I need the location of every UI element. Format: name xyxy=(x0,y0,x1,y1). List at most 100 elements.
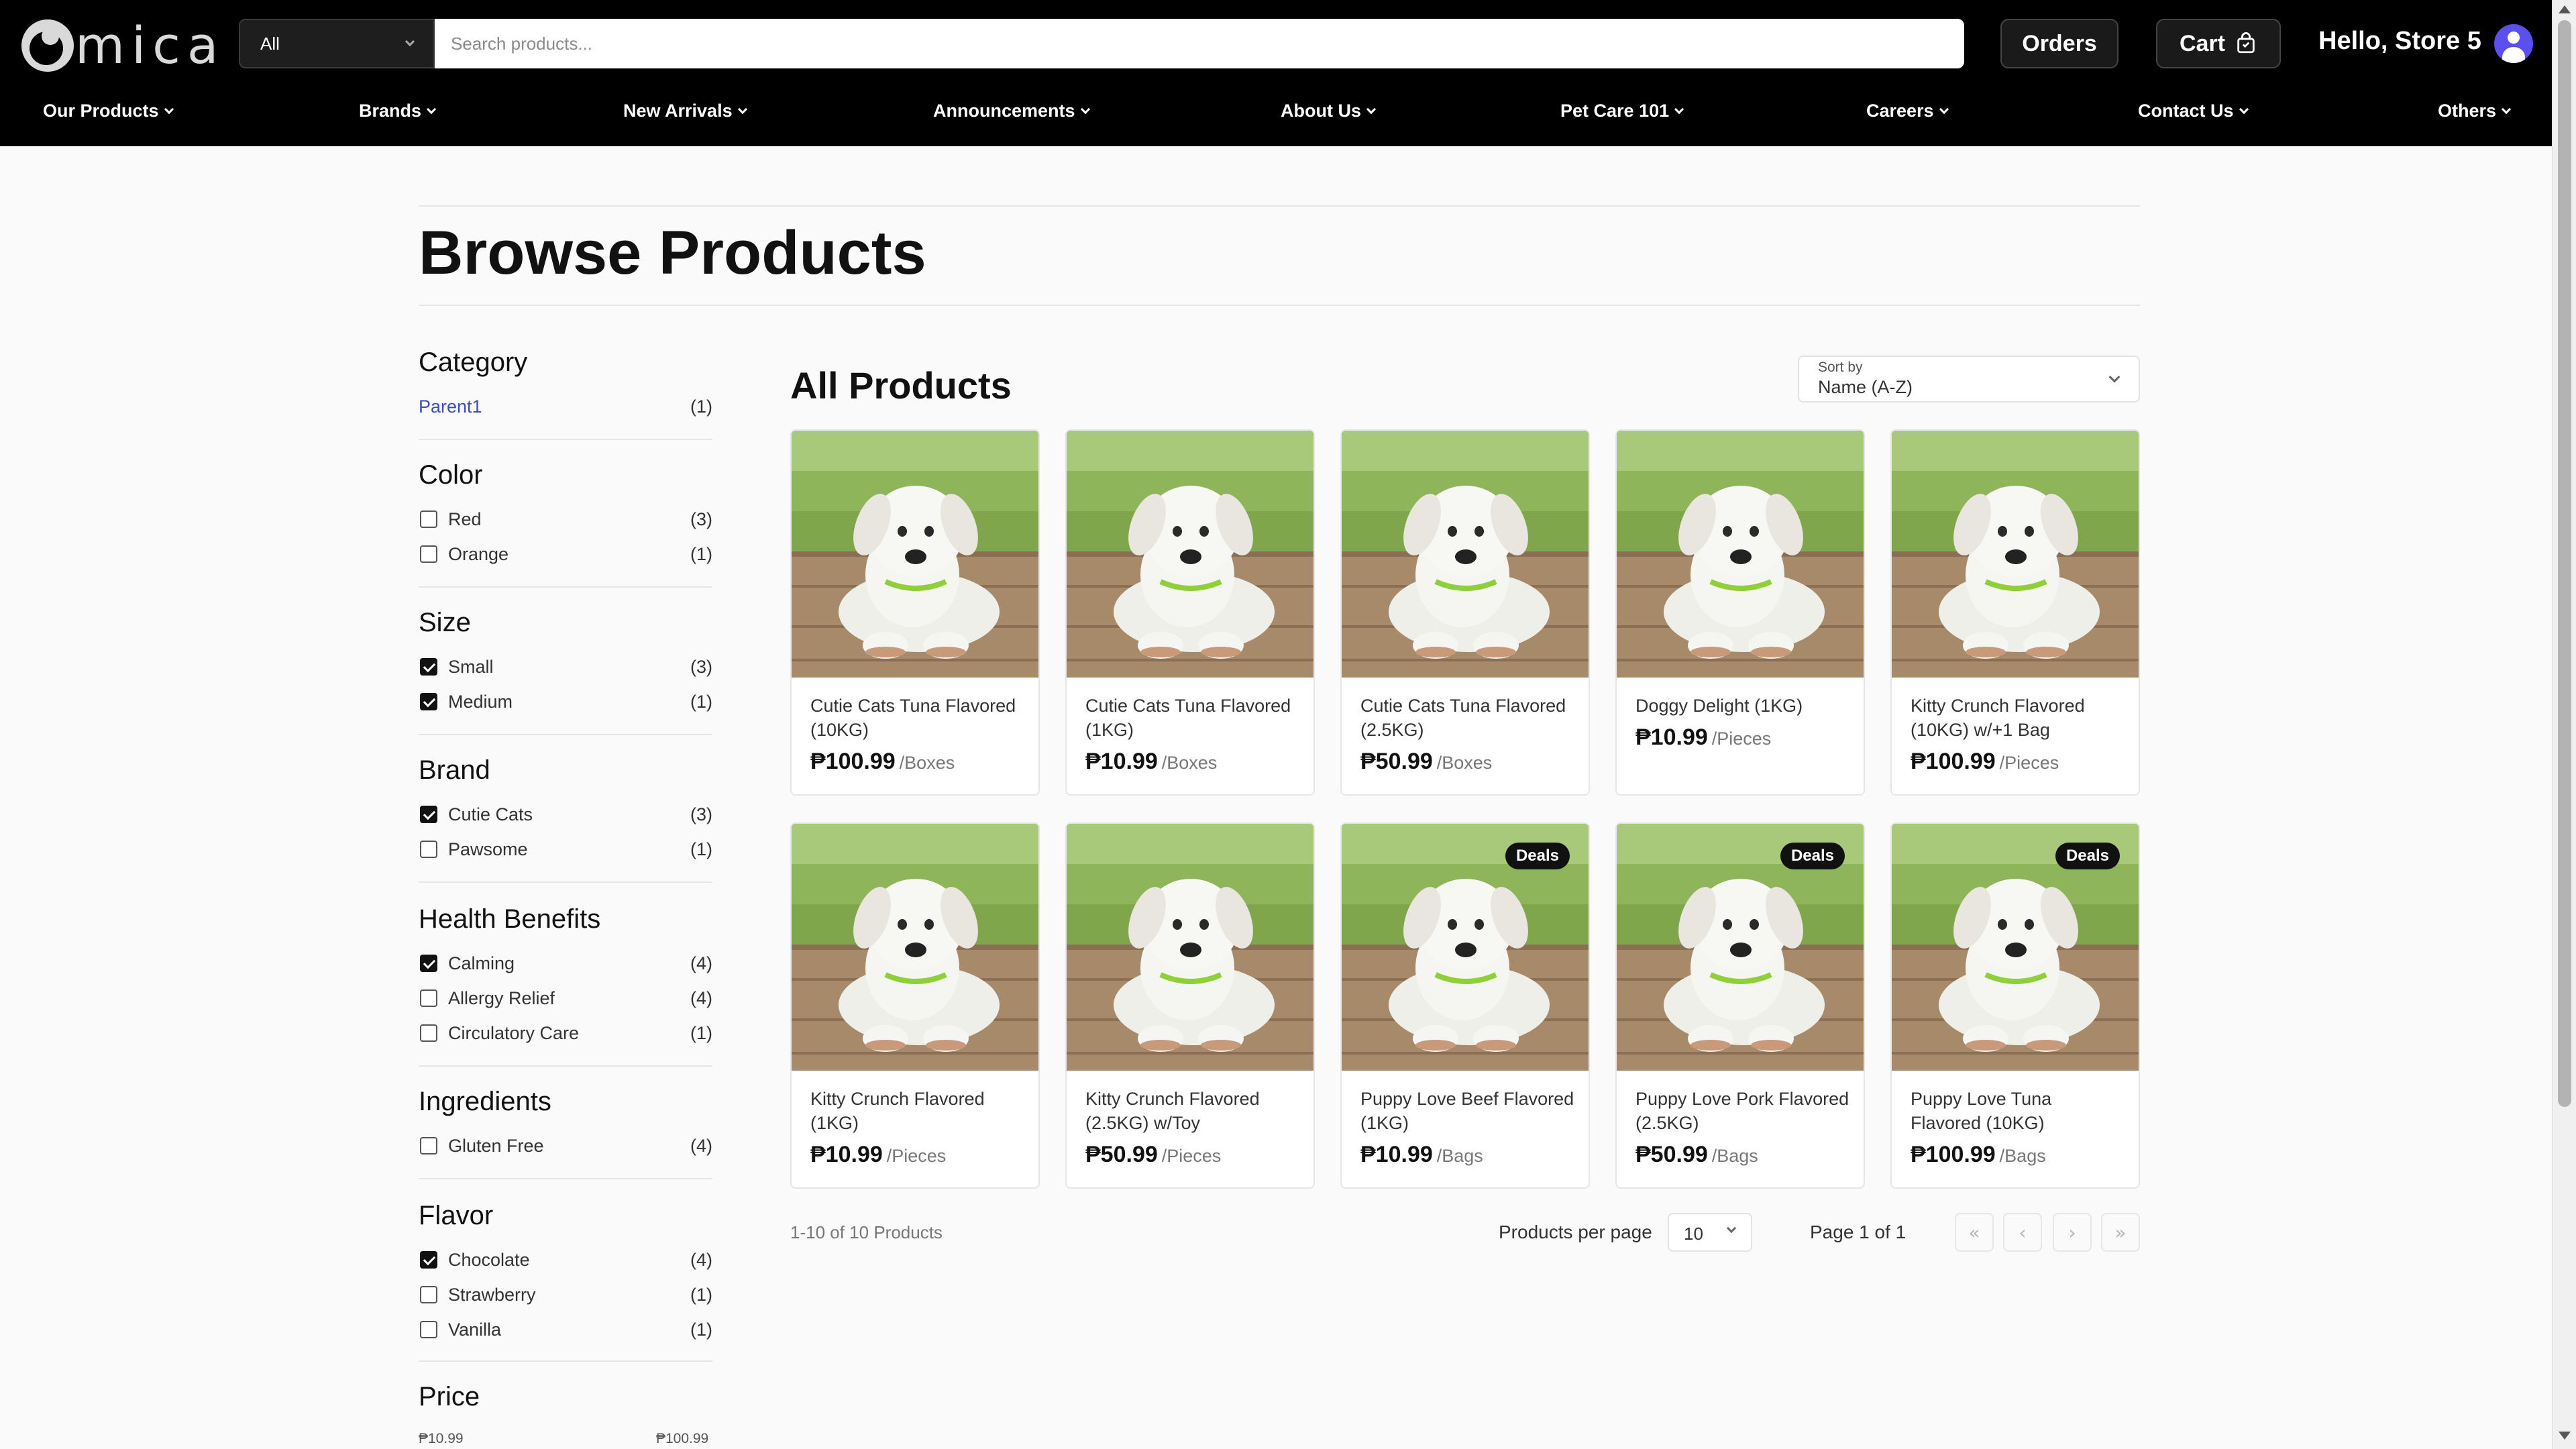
filter-brand-title: Brand xyxy=(419,755,490,785)
price-unit: /Pieces xyxy=(1161,1146,1222,1166)
search-category-select[interactable]: All xyxy=(239,19,435,68)
product-name[interactable]: Kitty Crunch Flavored (1KG) xyxy=(810,1087,1025,1135)
filter-option-medium[interactable]: Medium (1) xyxy=(419,688,712,715)
checkbox[interactable] xyxy=(420,841,437,858)
user-avatar-icon[interactable] xyxy=(2494,24,2533,63)
category-link-parent1[interactable]: Parent1 xyxy=(419,396,482,417)
filter-health-benefits: Health Benefits xyxy=(419,904,712,934)
filter-flavor: Flavor xyxy=(419,1201,712,1231)
filter-option-allergy-relief[interactable]: Allergy Relief (4) xyxy=(419,985,712,1012)
filter-option-label: Calming xyxy=(448,953,515,973)
product-card[interactable]: Doggy Delight (1KG) ₱10.99/Pieces xyxy=(1615,429,1865,796)
product-image[interactable] xyxy=(1067,431,1313,678)
nav-pet-care-101[interactable]: Pet Care 101 xyxy=(1560,101,1684,121)
product-name[interactable]: Cutie Cats Tuna Flavored (2.5KG) xyxy=(1360,694,1575,742)
nav-contact-us[interactable]: Contact Us xyxy=(2138,101,2249,121)
product-card[interactable]: Cutie Cats Tuna Flavored (1KG) ₱10.99/Bo… xyxy=(1065,429,1315,796)
product-card[interactable]: Cutie Cats Tuna Flavored (2.5KG) ₱50.99/… xyxy=(1340,429,1590,796)
cart-button[interactable]: Cart xyxy=(2156,19,2281,68)
product-name[interactable]: Kitty Crunch Flavored (2.5KG) w/Toy xyxy=(1085,1087,1300,1135)
product-name[interactable]: Cutie Cats Tuna Flavored (10KG) xyxy=(810,694,1025,742)
filter-option-gluten-free[interactable]: Gluten Free (4) xyxy=(419,1132,712,1159)
product-card[interactable]: Deals Puppy Love Beef Flavored (1KG) ₱10… xyxy=(1340,822,1590,1189)
nav-others[interactable]: Others xyxy=(2438,101,2512,121)
product-image[interactable] xyxy=(1892,431,2139,678)
product-name[interactable]: Cutie Cats Tuna Flavored (1KG) xyxy=(1085,694,1300,742)
checkbox-checked[interactable] xyxy=(420,1251,437,1269)
checkbox[interactable] xyxy=(420,1137,437,1155)
filter-option-small[interactable]: Small (3) xyxy=(419,653,712,680)
nav-our-products[interactable]: Our Products xyxy=(43,101,174,121)
filter-option-cutie-cats[interactable]: Cutie Cats (3) xyxy=(419,801,712,828)
products-per-page-select[interactable]: 10 xyxy=(1668,1213,1752,1252)
nav-announcements[interactable]: Announcements xyxy=(933,101,1090,121)
product-name[interactable]: Kitty Crunch Flavored (10KG) w/+1 Bag xyxy=(1911,694,2125,742)
scroll-down-arrow-icon[interactable] xyxy=(2559,1432,2571,1440)
product-image[interactable] xyxy=(1067,824,1313,1071)
nav-about-us[interactable]: About Us xyxy=(1281,101,1377,121)
product-card[interactable]: Cutie Cats Tuna Flavored (10KG) ₱100.99/… xyxy=(790,429,1040,796)
product-card[interactable]: Deals Puppy Love Pork Flavored (2.5KG) ₱… xyxy=(1615,822,1865,1189)
checkbox[interactable] xyxy=(420,989,437,1007)
previous-page-button[interactable]: ‹ xyxy=(2003,1213,2042,1252)
nav-label: Contact Us xyxy=(2138,101,2234,121)
filter-option-orange[interactable]: Orange (1) xyxy=(419,541,712,568)
filter-category-item[interactable]: Parent1 (1) xyxy=(419,393,712,420)
price-value: ₱10.99 xyxy=(1360,1142,1433,1167)
product-image[interactable] xyxy=(792,431,1038,678)
sort-by-select[interactable]: Sort by Name (A-Z) xyxy=(1798,356,2140,402)
filter-option-chocolate[interactable]: Chocolate (4) xyxy=(419,1246,712,1273)
filter-option-pawsome[interactable]: Pawsome (1) xyxy=(419,836,712,863)
scroll-up-arrow-icon[interactable] xyxy=(2559,5,2571,13)
product-name[interactable]: Puppy Love Tuna Flavored (10KG) xyxy=(1911,1087,2125,1135)
filter-option-red[interactable]: Red (3) xyxy=(419,506,712,533)
filter-count: (1) xyxy=(690,1284,712,1305)
filter-count: (4) xyxy=(690,953,712,973)
checkbox[interactable] xyxy=(420,511,437,528)
filter-divider xyxy=(419,1360,712,1362)
nav-new-arrivals[interactable]: New Arrivals xyxy=(623,101,747,121)
page-scrollbar[interactable] xyxy=(2552,0,2576,1449)
checkbox-checked[interactable] xyxy=(420,806,437,823)
product-card[interactable]: Kitty Crunch Flavored (2.5KG) w/Toy ₱50.… xyxy=(1065,822,1315,1189)
checkbox-checked[interactable] xyxy=(420,658,437,676)
filter-option-vanilla[interactable]: Vanilla (1) xyxy=(419,1316,712,1343)
product-card[interactable]: Kitty Crunch Flavored (10KG) w/+1 Bag ₱1… xyxy=(1890,429,2140,796)
product-image[interactable] xyxy=(1342,431,1589,678)
orders-button[interactable]: Orders xyxy=(2000,19,2118,68)
chevron-down-icon xyxy=(405,36,415,47)
search-input[interactable] xyxy=(435,19,1964,68)
checkbox[interactable] xyxy=(420,1321,437,1338)
filter-option-calming[interactable]: Calming (4) xyxy=(419,950,712,977)
top-divider xyxy=(419,205,2140,207)
next-page-button[interactable]: › xyxy=(2053,1213,2092,1252)
product-card[interactable]: Deals Puppy Love Tuna Flavored (10KG) ₱1… xyxy=(1890,822,2140,1189)
deals-badge: Deals xyxy=(1505,843,1570,869)
product-image[interactable] xyxy=(1617,431,1864,678)
product-card[interactable]: Kitty Crunch Flavored (1KG) ₱10.99/Piece… xyxy=(790,822,1040,1189)
checkbox[interactable] xyxy=(420,1024,437,1042)
product-name[interactable]: Puppy Love Beef Flavored (1KG) xyxy=(1360,1087,1575,1135)
product-name[interactable]: Puppy Love Pork Flavored (2.5KG) xyxy=(1635,1087,1850,1135)
checkbox-checked[interactable] xyxy=(420,955,437,972)
product-price: ₱50.99/Bags xyxy=(1635,1142,1758,1168)
filter-count: (1) xyxy=(690,839,712,859)
filter-option-strawberry[interactable]: Strawberry (1) xyxy=(419,1281,712,1308)
scrollbar-thumb[interactable] xyxy=(2558,20,2571,1107)
nav-brands[interactable]: Brands xyxy=(359,101,437,121)
first-page-button[interactable]: « xyxy=(1955,1213,1994,1252)
checkbox[interactable] xyxy=(420,1286,437,1303)
checkbox[interactable] xyxy=(420,545,437,563)
products-per-page-label: Products per page xyxy=(1499,1222,1652,1242)
chevron-right-icon: › xyxy=(2068,1221,2076,1244)
product-image[interactable] xyxy=(792,824,1038,1071)
product-price: ₱10.99/Bags xyxy=(1360,1142,1483,1168)
omica-logo[interactable]: mica xyxy=(21,17,225,74)
product-name[interactable]: Doggy Delight (1KG) xyxy=(1635,694,1850,718)
filter-option-circulatory-care[interactable]: Circulatory Care (1) xyxy=(419,1020,712,1046)
nav-careers[interactable]: Careers xyxy=(1866,101,1949,121)
checkbox-checked[interactable] xyxy=(420,693,437,710)
last-page-button[interactable]: » xyxy=(2101,1213,2140,1252)
filter-color-title: Color xyxy=(419,460,483,490)
filter-option-label: Medium xyxy=(448,691,513,712)
